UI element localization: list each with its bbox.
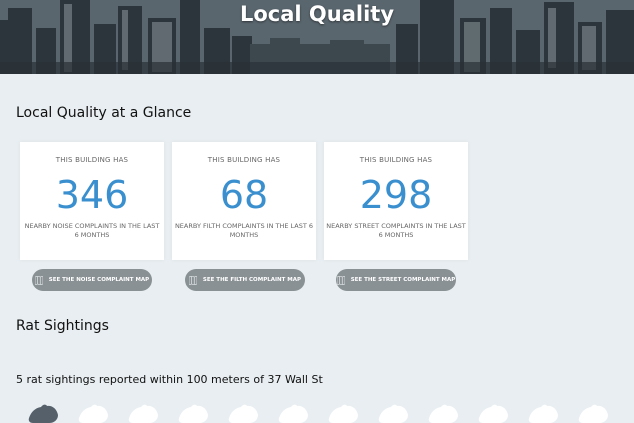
- noise-complaints-count: 346: [55, 173, 129, 217]
- filth-complaints-card: THIS BUILDING HAS 68 NEARBY FILTH COMPLA…: [172, 142, 316, 260]
- card-description: NEARBY NOISE COMPLAINTS IN THE LAST 6 MO…: [24, 222, 160, 239]
- card-caption: THIS BUILDING HAS: [359, 156, 433, 164]
- page-title: Local Quality: [239, 2, 395, 26]
- map-icon: [34, 275, 43, 285]
- rat-icon: [228, 404, 258, 423]
- noise-map-button[interactable]: SEE THE NOISE COMPLAINT MAP: [32, 269, 152, 291]
- card-description: NEARBY FILTH COMPLAINTS IN THE LAST 6 MO…: [174, 222, 314, 239]
- rat-icon: [328, 404, 358, 423]
- rat-icon: [78, 404, 108, 423]
- street-map-button-label: SEE THE STREET COMPLAINT MAP: [350, 277, 456, 283]
- rat-icon: [378, 404, 408, 423]
- rat-icon-row: [27, 402, 627, 423]
- rat-icon: [128, 404, 158, 423]
- glance-section-title: Local Quality at a Glance: [16, 105, 192, 121]
- map-icon: [336, 275, 345, 285]
- street-complaints-count: 298: [359, 173, 433, 217]
- street-complaints-card: THIS BUILDING HAS 298 NEARBY STREET COMP…: [324, 142, 468, 260]
- card-caption: THIS BUILDING HAS: [207, 156, 281, 164]
- filth-complaints-count: 68: [219, 173, 269, 217]
- rat-icon: [528, 404, 558, 423]
- filth-map-button-label: SEE THE FILTH COMPLAINT MAP: [202, 277, 302, 283]
- noise-map-button-label: SEE THE NOISE COMPLAINT MAP: [48, 277, 150, 283]
- rat-icon: [278, 404, 308, 423]
- noise-complaints-card: THIS BUILDING HAS 346 NEARBY NOISE COMPL…: [20, 142, 164, 260]
- rat-icon: [178, 404, 208, 423]
- filth-map-button[interactable]: SEE THE FILTH COMPLAINT MAP: [185, 269, 305, 291]
- rat-icon: [478, 404, 508, 423]
- street-map-button[interactable]: SEE THE STREET COMPLAINT MAP: [336, 269, 456, 291]
- card-description: NEARBY STREET COMPLAINTS IN THE LAST 6 M…: [326, 222, 466, 239]
- map-icon: [188, 275, 197, 285]
- rat-section-title: Rat Sightings: [16, 318, 109, 334]
- rat-icon: [28, 404, 58, 423]
- rat-icon: [428, 404, 458, 423]
- card-caption: THIS BUILDING HAS: [55, 156, 129, 164]
- rat-icon: [578, 404, 608, 423]
- rat-sightings-summary: 5 rat sightings reported within 100 mete…: [16, 373, 323, 386]
- header-banner: Local Quality: [0, 0, 634, 74]
